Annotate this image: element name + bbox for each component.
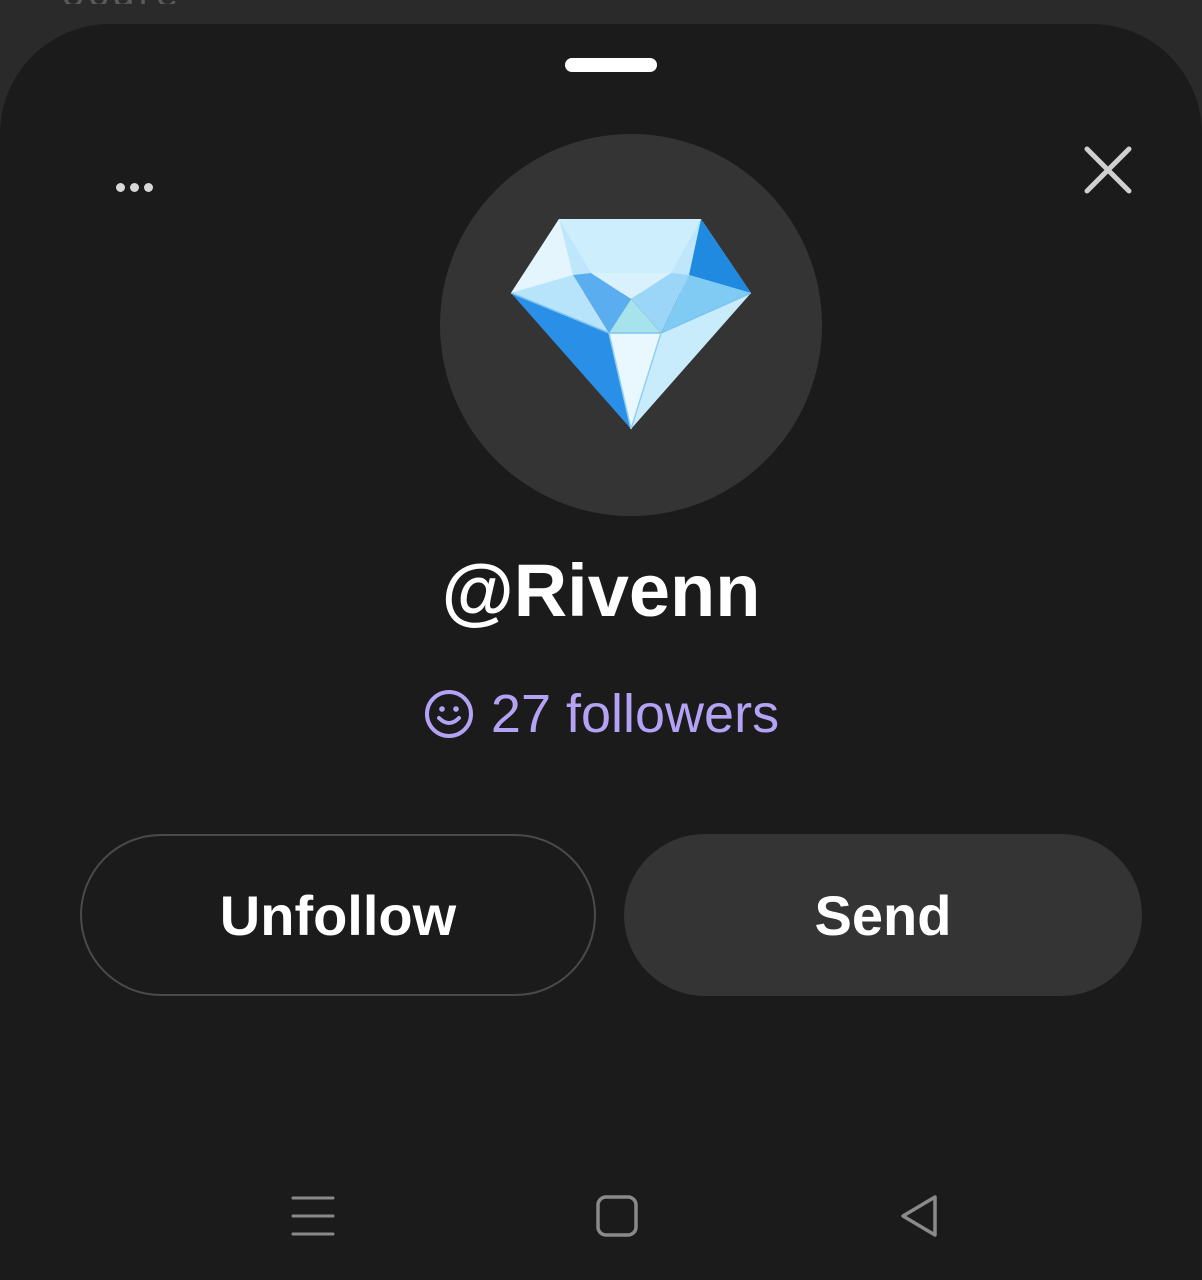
more-horizontal-icon-dot: [129, 182, 139, 192]
more-options-button[interactable]: [104, 164, 164, 210]
close-icon: [1084, 146, 1132, 194]
more-horizontal-icon-dot: [143, 182, 153, 192]
nav-back-button[interactable]: [888, 1186, 948, 1246]
sheet-drag-handle[interactable]: [565, 58, 657, 72]
backdrop-text: ocure: [62, 0, 252, 4]
nav-recents-button[interactable]: [283, 1186, 343, 1246]
more-horizontal-icon: [115, 182, 125, 192]
send-button[interactable]: Send: [624, 834, 1142, 996]
smiley-icon: [424, 690, 473, 738]
home-icon: [596, 1195, 638, 1237]
back-icon: [901, 1195, 937, 1237]
close-button[interactable]: [1076, 138, 1140, 202]
followers-count-text: 27 followers: [490, 684, 780, 744]
unfollow-button-label: Unfollow: [219, 883, 457, 947]
diamond-icon: [511, 219, 751, 430]
profile-username: @Rivenn: [441, 549, 761, 632]
unfollow-button[interactable]: Unfollow: [80, 834, 596, 996]
recents-icon: [291, 1196, 335, 1236]
avatar: [440, 134, 822, 516]
followers-count-link[interactable]: 27 followers: [0, 684, 1202, 744]
nav-home-button[interactable]: [587, 1186, 647, 1246]
send-button-label: Send: [814, 883, 952, 947]
profile-sheet: @Rivenn 27 followers Unfollow Send: [0, 24, 1202, 1280]
system-navigation-bar: [0, 1164, 1202, 1280]
